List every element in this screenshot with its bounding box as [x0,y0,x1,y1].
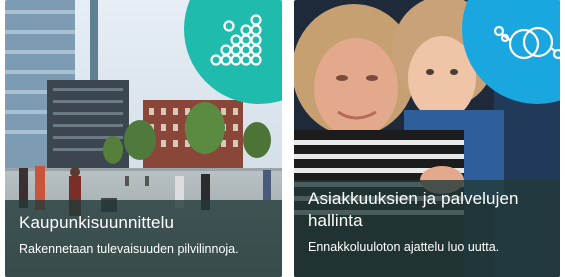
badge-circle [462,0,560,104]
card-title[interactable]: Asiakkuuksien ja palvelujen hallinta [308,188,546,232]
badge-circle [184,0,282,104]
card-title[interactable]: Kaupunkisuunnittelu [19,212,268,234]
card-subtitle: Rakennetaan tulevaisuuden pilvilinnoja. [19,242,239,256]
card-caption: Kaupunkisuunnittelu Rakennetaan tulevais… [5,200,282,277]
card-subtitle: Ennakkoluuloton ajattelu luo uutta. [308,240,500,254]
card-kaupunkisuunnittelu[interactable]: Kaupunkisuunnittelu Rakennetaan tulevais… [5,0,282,277]
card-asiakkuuksien-hallinta[interactable]: Asiakkuuksien ja palvelujen hallinta Enn… [294,0,560,277]
card-caption: Asiakkuuksien ja palvelujen hallinta Enn… [294,180,560,277]
overlapping-circles-icon [493,25,560,61]
ascending-dots-icon [210,14,262,66]
